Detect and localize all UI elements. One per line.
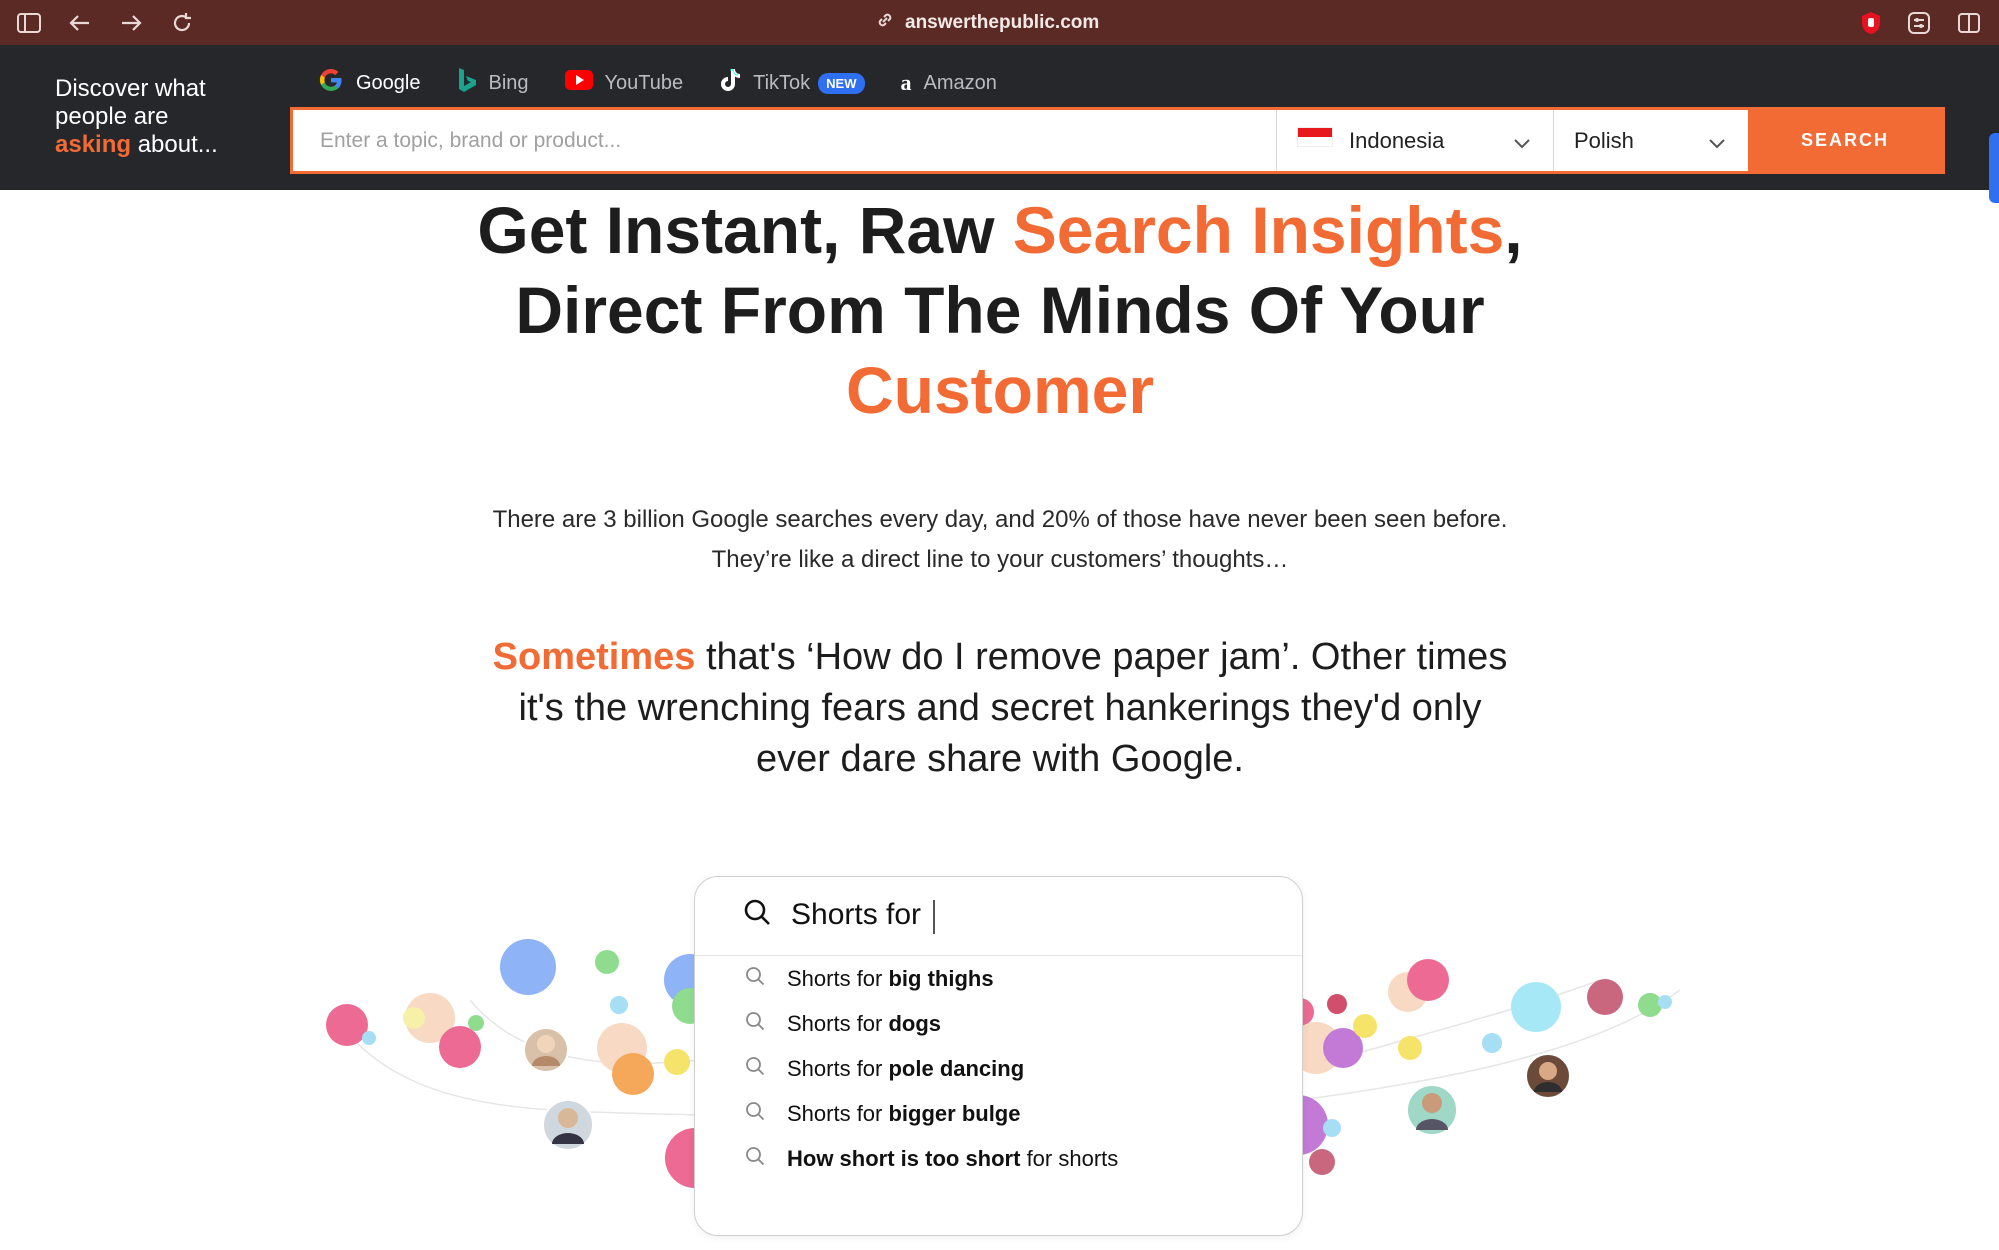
suggestion-item: Shorts for pole dancing (695, 1046, 1302, 1091)
tab-google[interactable]: Google (300, 57, 439, 115)
subhead-line-2: it's the wrenching fears and secret hank… (518, 687, 1482, 729)
suggestion-prefix: Shorts for (787, 1100, 889, 1126)
suggestion-bold: dogs (888, 1010, 942, 1036)
tab-youtube[interactable]: YouTube (547, 57, 702, 109)
side-feedback-tab[interactable] (1989, 133, 1999, 203)
suggestion-item: Shorts for dogs (695, 1001, 1302, 1046)
chevron-down-icon (1513, 130, 1531, 156)
tab-amazon-label: Amazon (923, 71, 997, 94)
avatar-right-2 (1525, 1053, 1571, 1099)
headline-highlight-2: Customer (845, 353, 1155, 427)
text-caret (933, 899, 936, 934)
suggestion-item: Shorts for bigger bulge (695, 1091, 1302, 1136)
autocomplete-demo-card: Shorts for Shorts for big thighs Shorts … (694, 876, 1303, 1236)
suggestion-suffix: for shorts (1020, 1145, 1119, 1171)
subhead-line-3: ever dare share with Google. (756, 738, 1244, 780)
brand-line-3-rest: about... (131, 131, 218, 158)
suggestion-text: Shorts for dogs (787, 1011, 941, 1037)
suggestion-text: How short is too short for shorts (787, 1146, 1118, 1172)
back-arrow-icon[interactable] (66, 9, 94, 37)
brand-line-2: people are (55, 103, 169, 130)
indonesia-flag-icon (1297, 126, 1333, 147)
tab-tiktok[interactable]: TikTok NEW (701, 57, 882, 109)
suggestion-bold: How short is too short (787, 1145, 1021, 1171)
avatar-right-1 (1406, 1084, 1458, 1136)
headline-part2: , (1504, 193, 1523, 267)
sidebar-icon[interactable] (15, 9, 43, 37)
shield-extension-icon[interactable] (1857, 9, 1885, 37)
subhead-line-1-rest: that's ‘How do I remove paper jam’. Othe… (695, 636, 1508, 678)
google-icon (318, 67, 344, 99)
topic-search-input[interactable] (293, 110, 1276, 171)
intro-line-2: They’re like a direct line to your custo… (711, 546, 1289, 573)
demo-query-text: Shorts for (791, 898, 936, 934)
browser-toolbar: answerthepublic.com (0, 0, 1999, 45)
chevron-down-icon (1708, 130, 1726, 156)
suggestion-bold: bigger bulge (888, 1100, 1021, 1126)
suggestion-prefix: Shorts for (787, 1010, 889, 1036)
site-header: Discover what people are asking about...… (0, 45, 1999, 190)
amazon-icon: a (900, 70, 912, 95)
topic-search-form: Indonesia Polish SEARCH (290, 107, 1945, 174)
tab-bing-label: Bing (488, 71, 529, 94)
split-view-icon[interactable] (1955, 9, 1983, 37)
tab-tiktok-label: TikTok (753, 71, 811, 94)
suggestion-prefix: Shorts for (787, 965, 889, 991)
search-button[interactable]: SEARCH (1748, 110, 1942, 171)
extension-icon[interactable] (1905, 9, 1933, 37)
avatar-left-2 (542, 1099, 594, 1151)
brand-line-1: Discover what (55, 75, 206, 102)
language-select-value: Polish (1574, 127, 1634, 153)
suggestion-bold: pole dancing (888, 1055, 1025, 1081)
avatar-left-1 (523, 1027, 569, 1073)
language-select[interactable]: Polish (1553, 110, 1748, 171)
headline-part1: Get Instant, Raw (477, 193, 1013, 267)
bubbles-left (326, 939, 725, 1188)
brand-line-3: asking about... (55, 131, 255, 159)
address-bar[interactable]: answerthepublic.com (875, 10, 1099, 36)
hero-headline: Get Instant, Raw Search Insights, Direct… (400, 190, 1600, 430)
hero-subhead: Sometimes that's ‘How do I remove paper … (400, 632, 1600, 785)
headline-line-2: Direct From The Minds Of Your (515, 273, 1485, 347)
search-icon (745, 966, 765, 992)
suggestion-text: Shorts for bigger bulge (787, 1101, 1020, 1127)
country-select[interactable]: Indonesia (1276, 110, 1553, 171)
suggestion-item: How short is too short for shorts (695, 1136, 1302, 1181)
tab-youtube-label: YouTube (604, 71, 684, 94)
url-text: answerthepublic.com (905, 12, 1100, 33)
tab-google-label: Google (356, 71, 421, 94)
suggestion-bold: big thighs (888, 965, 994, 991)
search-icon (745, 1056, 765, 1082)
bing-icon (457, 67, 477, 99)
search-icon (745, 1011, 765, 1037)
tiktok-icon (719, 67, 741, 99)
search-icon (743, 898, 771, 934)
link-icon (875, 10, 895, 36)
reload-icon[interactable] (168, 9, 196, 37)
new-badge: NEW (818, 72, 865, 94)
bubbles-right (1268, 959, 1672, 1175)
country-select-value: Indonesia (1349, 127, 1445, 153)
tab-bing[interactable]: Bing (439, 57, 547, 109)
subhead-highlight: Sometimes (492, 636, 696, 678)
suggestion-text: Shorts for pole dancing (787, 1056, 1024, 1082)
suggestion-item: Shorts for big thighs (695, 956, 1302, 1001)
suggestion-text: Shorts for big thighs (787, 966, 994, 992)
search-icon (745, 1146, 765, 1172)
engine-tabs: Google Bing YouTube TikTok NEW a Amazon (300, 57, 1015, 115)
brand-tagline[interactable]: Discover what people are asking about... (55, 75, 255, 159)
tab-amazon[interactable]: a Amazon (883, 57, 1015, 109)
forward-arrow-icon[interactable] (117, 9, 145, 37)
hero-intro: There are 3 billion Google searches ever… (400, 500, 1600, 580)
demo-search-bar: Shorts for (695, 877, 1302, 956)
brand-highlight: asking (55, 131, 132, 158)
intro-line-1: There are 3 billion Google searches ever… (492, 506, 1508, 533)
demo-query-value: Shorts for (791, 898, 922, 932)
youtube-icon (564, 70, 593, 96)
suggestion-prefix: Shorts for (787, 1055, 889, 1081)
headline-highlight-1: Search Insights (1012, 193, 1505, 267)
search-icon (745, 1101, 765, 1127)
